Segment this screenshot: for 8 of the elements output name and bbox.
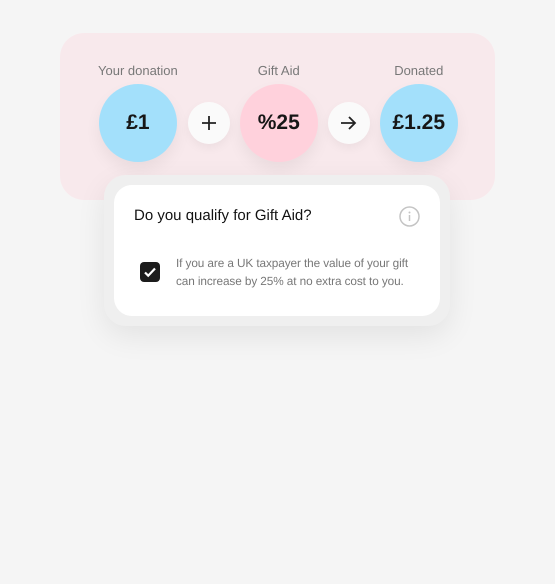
arrow-right-icon [328, 102, 370, 144]
amount-label: Donated [394, 63, 444, 79]
amount-label: Your donation [98, 63, 178, 79]
gift-aid-description: If you are a UK taxpayer the value of your gift can increase by 25% at no extra cost to you. [176, 254, 410, 290]
card-title: Do you qualify for Gift Aid? [134, 206, 312, 226]
plus-icon [188, 102, 230, 144]
checkbox[interactable] [140, 262, 160, 282]
amount-label: Gift Aid [258, 63, 300, 79]
